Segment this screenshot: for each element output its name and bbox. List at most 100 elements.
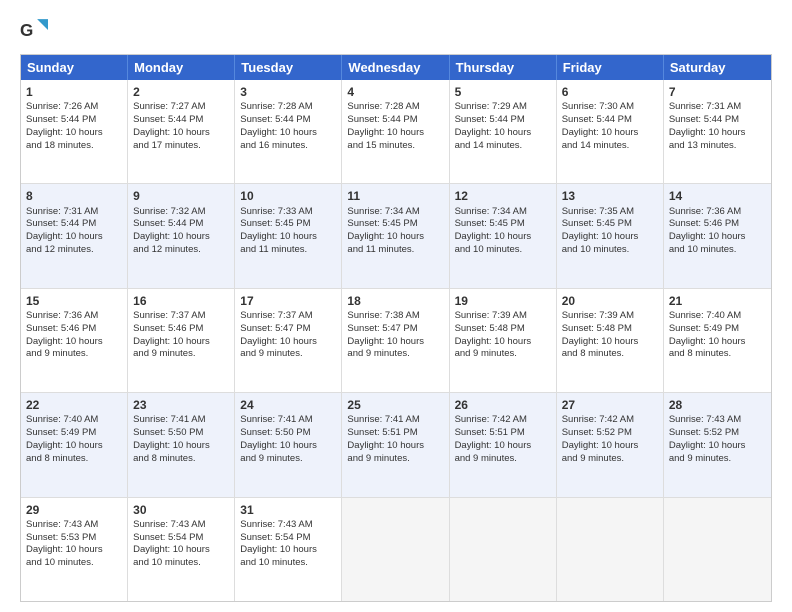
cal-header-thursday: Thursday — [450, 55, 557, 80]
day-info-line: Sunset: 5:44 PM — [26, 218, 122, 231]
day-info-line: Sunset: 5:47 PM — [240, 323, 336, 336]
day-info-line: Sunset: 5:49 PM — [26, 427, 122, 440]
day-number: 1 — [26, 84, 122, 100]
cal-cell: 23Sunrise: 7:41 AMSunset: 5:50 PMDayligh… — [128, 393, 235, 496]
cal-cell: 9Sunrise: 7:32 AMSunset: 5:44 PMDaylight… — [128, 184, 235, 287]
day-info-line: Sunset: 5:46 PM — [669, 218, 766, 231]
day-info-line: Daylight: 10 hours — [133, 231, 229, 244]
cal-cell: 20Sunrise: 7:39 AMSunset: 5:48 PMDayligh… — [557, 289, 664, 392]
day-number: 17 — [240, 293, 336, 309]
day-info-line: and 8 minutes. — [133, 453, 229, 466]
cal-cell: 7Sunrise: 7:31 AMSunset: 5:44 PMDaylight… — [664, 80, 771, 183]
day-info-line: Daylight: 10 hours — [669, 127, 766, 140]
day-info-line: Sunset: 5:46 PM — [26, 323, 122, 336]
cal-cell: 19Sunrise: 7:39 AMSunset: 5:48 PMDayligh… — [450, 289, 557, 392]
day-number: 16 — [133, 293, 229, 309]
cal-header-wednesday: Wednesday — [342, 55, 449, 80]
day-number: 31 — [240, 502, 336, 518]
day-info-line: Daylight: 10 hours — [347, 440, 443, 453]
day-number: 15 — [26, 293, 122, 309]
day-number: 3 — [240, 84, 336, 100]
cal-cell: 25Sunrise: 7:41 AMSunset: 5:51 PMDayligh… — [342, 393, 449, 496]
day-info-line: Daylight: 10 hours — [133, 127, 229, 140]
day-info-line: Daylight: 10 hours — [347, 231, 443, 244]
day-info-line: and 11 minutes. — [347, 244, 443, 257]
day-info-line: and 10 minutes. — [669, 244, 766, 257]
cal-cell: 5Sunrise: 7:29 AMSunset: 5:44 PMDaylight… — [450, 80, 557, 183]
day-info-line: Sunrise: 7:37 AM — [133, 310, 229, 323]
day-number: 6 — [562, 84, 658, 100]
cal-cell: 11Sunrise: 7:34 AMSunset: 5:45 PMDayligh… — [342, 184, 449, 287]
day-info-line: Daylight: 10 hours — [562, 440, 658, 453]
day-number: 8 — [26, 188, 122, 204]
day-info-line: Sunset: 5:45 PM — [240, 218, 336, 231]
day-info-line: and 9 minutes. — [455, 453, 551, 466]
day-info-line: Sunrise: 7:29 AM — [455, 101, 551, 114]
calendar-body: 1Sunrise: 7:26 AMSunset: 5:44 PMDaylight… — [21, 80, 771, 601]
day-info-line: Sunset: 5:44 PM — [562, 114, 658, 127]
day-number: 4 — [347, 84, 443, 100]
day-number: 14 — [669, 188, 766, 204]
day-info-line: Daylight: 10 hours — [669, 231, 766, 244]
day-info-line: Sunrise: 7:43 AM — [669, 414, 766, 427]
day-number: 27 — [562, 397, 658, 413]
cal-header-friday: Friday — [557, 55, 664, 80]
cal-cell: 17Sunrise: 7:37 AMSunset: 5:47 PMDayligh… — [235, 289, 342, 392]
day-info-line: Sunrise: 7:31 AM — [669, 101, 766, 114]
day-info-line: and 9 minutes. — [26, 348, 122, 361]
day-info-line: and 9 minutes. — [347, 348, 443, 361]
day-info-line: Daylight: 10 hours — [455, 231, 551, 244]
day-number: 29 — [26, 502, 122, 518]
day-info-line: Sunset: 5:48 PM — [455, 323, 551, 336]
cal-cell: 2Sunrise: 7:27 AMSunset: 5:44 PMDaylight… — [128, 80, 235, 183]
day-info-line: Sunset: 5:45 PM — [347, 218, 443, 231]
day-number: 7 — [669, 84, 766, 100]
cal-cell: 21Sunrise: 7:40 AMSunset: 5:49 PMDayligh… — [664, 289, 771, 392]
cal-cell: 14Sunrise: 7:36 AMSunset: 5:46 PMDayligh… — [664, 184, 771, 287]
day-info-line: and 8 minutes. — [669, 348, 766, 361]
day-info-line: Sunrise: 7:32 AM — [133, 206, 229, 219]
day-info-line: and 13 minutes. — [669, 140, 766, 153]
day-info-line: and 9 minutes. — [347, 453, 443, 466]
day-number: 11 — [347, 188, 443, 204]
day-info-line: Daylight: 10 hours — [562, 127, 658, 140]
page: G SundayMondayTuesdayWednesdayThursdayFr… — [0, 0, 792, 612]
day-info-line: Sunrise: 7:42 AM — [562, 414, 658, 427]
day-info-line: Daylight: 10 hours — [133, 336, 229, 349]
cal-header-tuesday: Tuesday — [235, 55, 342, 80]
day-info-line: Daylight: 10 hours — [669, 440, 766, 453]
cal-cell: 16Sunrise: 7:37 AMSunset: 5:46 PMDayligh… — [128, 289, 235, 392]
day-info-line: Daylight: 10 hours — [26, 544, 122, 557]
header: G — [20, 16, 772, 44]
day-info-line: Sunset: 5:44 PM — [455, 114, 551, 127]
day-info-line: and 9 minutes. — [240, 348, 336, 361]
day-info-line: and 12 minutes. — [133, 244, 229, 257]
cal-cell — [342, 498, 449, 601]
day-info-line: Sunrise: 7:38 AM — [347, 310, 443, 323]
day-info-line: Sunrise: 7:39 AM — [455, 310, 551, 323]
day-info-line: Daylight: 10 hours — [240, 544, 336, 557]
day-info-line: and 14 minutes. — [562, 140, 658, 153]
day-info-line: and 17 minutes. — [133, 140, 229, 153]
cal-row-1: 1Sunrise: 7:26 AMSunset: 5:44 PMDaylight… — [21, 80, 771, 184]
day-info-line: Sunset: 5:44 PM — [133, 218, 229, 231]
cal-cell: 30Sunrise: 7:43 AMSunset: 5:54 PMDayligh… — [128, 498, 235, 601]
day-info-line: Sunrise: 7:28 AM — [240, 101, 336, 114]
day-info-line: Sunset: 5:46 PM — [133, 323, 229, 336]
day-info-line: and 15 minutes. — [347, 140, 443, 153]
day-info-line: Daylight: 10 hours — [133, 544, 229, 557]
cal-row-4: 22Sunrise: 7:40 AMSunset: 5:49 PMDayligh… — [21, 393, 771, 497]
day-info-line: Daylight: 10 hours — [562, 336, 658, 349]
day-info-line: Daylight: 10 hours — [240, 127, 336, 140]
day-info-line: Daylight: 10 hours — [455, 440, 551, 453]
day-number: 2 — [133, 84, 229, 100]
day-info-line: Sunrise: 7:41 AM — [240, 414, 336, 427]
day-info-line: Sunrise: 7:26 AM — [26, 101, 122, 114]
day-info-line: Sunrise: 7:36 AM — [26, 310, 122, 323]
cal-cell — [557, 498, 664, 601]
day-info-line: Daylight: 10 hours — [669, 336, 766, 349]
day-number: 13 — [562, 188, 658, 204]
cal-row-5: 29Sunrise: 7:43 AMSunset: 5:53 PMDayligh… — [21, 498, 771, 601]
cal-cell: 8Sunrise: 7:31 AMSunset: 5:44 PMDaylight… — [21, 184, 128, 287]
day-info-line: and 16 minutes. — [240, 140, 336, 153]
